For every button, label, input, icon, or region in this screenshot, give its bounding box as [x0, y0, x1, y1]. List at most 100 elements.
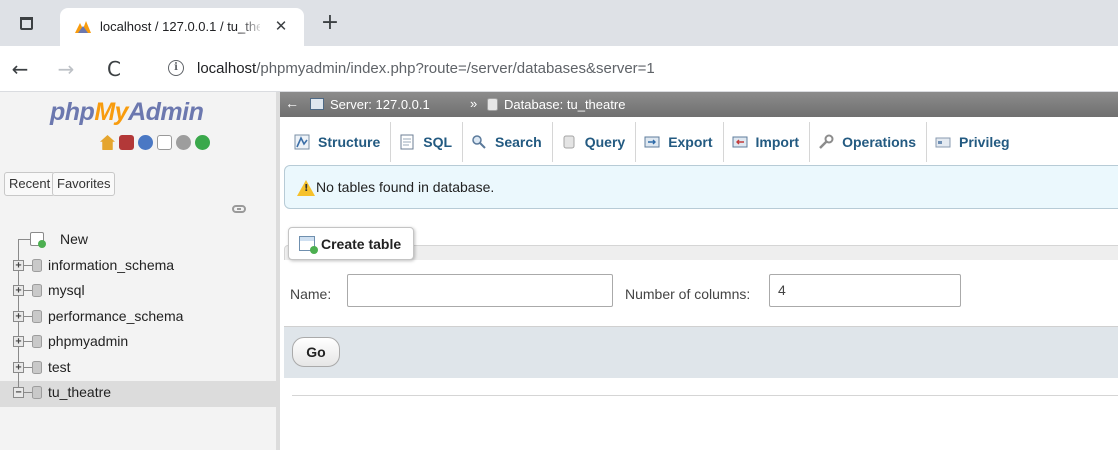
- tab-import[interactable]: Import: [723, 122, 811, 162]
- tree-item-label: New: [60, 231, 89, 247]
- search-icon: [472, 135, 486, 149]
- tree-item-database[interactable]: + performance_schema: [0, 304, 276, 330]
- link-with-main-panel-icon[interactable]: [232, 205, 246, 213]
- main-panel: ← Server: 127.0.0.1 » Database: tu_theat…: [280, 92, 1118, 450]
- tab-operations[interactable]: Operations: [810, 122, 927, 162]
- table-name-label: Name:: [290, 286, 332, 302]
- back-button[interactable]: ←: [6, 55, 34, 83]
- tab-search[interactable]: Search: [463, 122, 553, 162]
- expand-icon[interactable]: +: [13, 285, 24, 296]
- table-name-input[interactable]: [347, 274, 613, 307]
- tree-item-label[interactable]: test: [48, 359, 71, 375]
- tree-item-new[interactable]: New: [0, 228, 276, 254]
- tab-export[interactable]: Export: [636, 122, 724, 162]
- structure-icon: [294, 134, 310, 150]
- tree-item-database[interactable]: + test: [0, 355, 276, 381]
- expand-icon[interactable]: +: [13, 259, 24, 271]
- server-icon: [310, 98, 324, 110]
- expand-icon[interactable]: +: [13, 361, 24, 373]
- logout-icon[interactable]: [119, 135, 134, 150]
- documentation-icon[interactable]: [157, 135, 172, 150]
- create-table-label: Create table: [321, 235, 402, 252]
- database-icon: [32, 284, 42, 297]
- browser-tab-strip: localhost / 127.0.0.1 / tu_theatre ✕ +: [0, 0, 1118, 46]
- database-tabs: Structure SQL Search Query Export Import…: [286, 122, 1020, 162]
- notice-text: No tables found in database.: [316, 179, 495, 195]
- database-icon: [32, 386, 42, 399]
- number-of-columns-input[interactable]: 4: [769, 274, 961, 307]
- tree-item-database[interactable]: + phpmyadmin: [0, 330, 276, 356]
- create-table-fields: Name: Number of columns: 4: [284, 260, 1118, 326]
- tree-item-label[interactable]: tu_theatre: [48, 384, 111, 400]
- forward-button[interactable]: →: [52, 55, 80, 83]
- tree-item-database[interactable]: + mysql: [0, 279, 276, 305]
- phpmyadmin-favicon-icon: [75, 21, 91, 33]
- tab-actions-icon[interactable]: [20, 17, 33, 30]
- expand-icon[interactable]: +: [13, 336, 24, 347]
- tab-sql[interactable]: SQL: [391, 122, 464, 162]
- privileges-icon: [935, 137, 951, 148]
- breadcrumb-server-link[interactable]: Server: 127.0.0.1: [330, 97, 430, 112]
- address-bar: ← → C i localhost/phpmyadmin/index.php?r…: [0, 46, 1118, 92]
- database-icon: [32, 360, 42, 374]
- url-path: /phpmyadmin/index.php?route=/server/data…: [256, 60, 655, 77]
- tab-label: Structure: [318, 134, 381, 150]
- reload-button[interactable]: C: [100, 55, 128, 83]
- tab-title: localhost / 127.0.0.1 / tu_theatre: [100, 19, 260, 34]
- tab-label: Export: [668, 134, 713, 150]
- close-tab-icon[interactable]: ✕: [272, 17, 290, 35]
- tree-item-label[interactable]: phpmyadmin: [48, 333, 128, 349]
- tree-item-label[interactable]: performance_schema: [48, 308, 183, 324]
- database-icon: [32, 335, 42, 348]
- create-table-footer: Go: [284, 326, 1118, 378]
- browser-tab[interactable]: localhost / 127.0.0.1 / tu_theatre ✕: [60, 8, 304, 46]
- database-icon: [32, 258, 42, 272]
- new-tab-button[interactable]: +: [318, 12, 342, 36]
- breadcrumb: ← Server: 127.0.0.1 » Database: tu_theat…: [280, 92, 1118, 117]
- database-icon: [487, 98, 498, 111]
- go-button[interactable]: Go: [292, 337, 340, 367]
- recent-tables-button[interactable]: Recent: [4, 172, 56, 196]
- warning-icon: [297, 180, 315, 196]
- settings-gear-icon[interactable]: [176, 135, 191, 150]
- collapse-icon[interactable]: −: [13, 387, 24, 398]
- tab-label: Import: [755, 134, 800, 150]
- tab-label: Search: [495, 134, 542, 150]
- expand-icon[interactable]: +: [13, 310, 24, 322]
- tree-item-label[interactable]: information_schema: [48, 257, 174, 273]
- tab-label: Query: [584, 134, 626, 150]
- tree-item-database-selected[interactable]: − tu_theatre: [0, 381, 276, 407]
- tree-item-label[interactable]: mysql: [48, 282, 85, 298]
- sql-icon: [400, 134, 414, 150]
- import-icon: [732, 136, 748, 148]
- number-of-columns-label: Number of columns:: [625, 286, 751, 302]
- new-database-icon: [30, 232, 46, 248]
- breadcrumb-separator: »: [470, 96, 478, 111]
- tab-label: Privileg: [959, 134, 1010, 150]
- reload-navigation-icon[interactable]: [195, 135, 210, 150]
- phpmyadmin-logo[interactable]: phpMyAdmin: [50, 98, 204, 127]
- nav-quick-icons: [100, 135, 210, 151]
- collapse-navigation-icon[interactable]: ←: [285, 95, 299, 111]
- tree-item-database[interactable]: + information_schema: [0, 253, 276, 279]
- tab-structure[interactable]: Structure: [286, 122, 392, 162]
- database-icon: [32, 309, 42, 323]
- site-info-icon[interactable]: i: [168, 60, 184, 76]
- tab-query[interactable]: Query: [552, 122, 637, 162]
- url-host: localhost: [197, 60, 257, 77]
- table-add-icon: [299, 236, 318, 254]
- favorite-tables-button[interactable]: Favorites: [52, 172, 116, 196]
- tab-label: Operations: [842, 134, 916, 150]
- home-icon[interactable]: [100, 135, 115, 150]
- tab-label: SQL: [423, 134, 453, 150]
- export-icon: [644, 136, 660, 148]
- breadcrumb-database-link[interactable]: Database: tu_theatre: [504, 97, 625, 112]
- tab-privileges[interactable]: Privileg: [927, 122, 1020, 162]
- query-window-icon[interactable]: [138, 135, 153, 150]
- create-table-legend[interactable]: Create table: [288, 227, 415, 260]
- query-icon: [563, 135, 575, 149]
- database-tree: New + information_schema + mysql + perfo…: [0, 228, 276, 407]
- divider: [292, 395, 1118, 396]
- navigation-panel: phpMyAdmin Recent Favorites New + inform…: [0, 92, 276, 450]
- url-field[interactable]: localhost/phpmyadmin/index.php?route=/se…: [197, 60, 655, 77]
